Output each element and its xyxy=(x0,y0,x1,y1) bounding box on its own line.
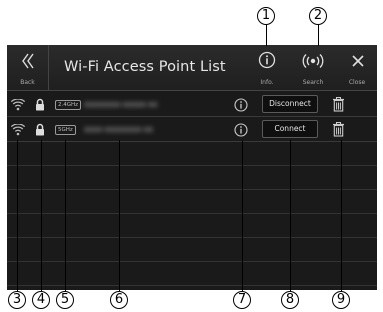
empty-row xyxy=(7,214,377,238)
ssid-name: xxxxxxxx-xxxxx-xx xyxy=(84,99,158,109)
band-badge: 2.4GHz xyxy=(55,100,82,110)
trash-icon[interactable] xyxy=(332,117,345,142)
ssid-name: xxxx-xxxxxxxx-xx xyxy=(84,124,153,134)
empty-row xyxy=(7,142,377,166)
lock-icon xyxy=(35,92,45,117)
callout-9: 9 xyxy=(332,291,350,309)
device-screen: Back Wi-Fi Access Point List Info. Searc… xyxy=(7,45,377,290)
trash-icon[interactable] xyxy=(332,92,345,117)
list-item[interactable]: 2.4GHz xxxxxxxx-xxxxx-xx Disconnect xyxy=(7,92,377,117)
lock-icon xyxy=(35,117,45,142)
disconnect-button[interactable]: Disconnect xyxy=(262,95,318,113)
callout-1: 1 xyxy=(257,7,275,25)
info-icon[interactable] xyxy=(234,92,248,117)
info-button[interactable]: Info. xyxy=(245,45,289,91)
wifi-signal-icon xyxy=(11,92,25,117)
empty-row xyxy=(7,166,377,190)
callout-5: 5 xyxy=(56,291,74,309)
connect-button[interactable]: Connect xyxy=(262,120,318,138)
callout-3: 3 xyxy=(8,291,26,309)
band-badge: 5GHz xyxy=(55,125,76,135)
header-bar: Back Wi-Fi Access Point List Info. Searc… xyxy=(7,45,377,91)
empty-row xyxy=(7,238,377,262)
wifi-signal-icon xyxy=(11,117,25,142)
empty-row xyxy=(7,262,377,286)
back-button[interactable]: Back xyxy=(7,45,49,91)
search-signal-icon xyxy=(302,54,324,68)
callout-7: 7 xyxy=(233,291,251,309)
info-icon xyxy=(258,51,276,69)
close-label: Close xyxy=(348,79,366,86)
search-button[interactable]: Search xyxy=(291,45,335,91)
callout-6: 6 xyxy=(110,291,128,309)
close-icon xyxy=(352,55,364,67)
back-label: Back xyxy=(20,79,35,86)
callout-4: 4 xyxy=(32,291,50,309)
back-chevron-icon xyxy=(22,53,34,69)
callout-8: 8 xyxy=(281,291,299,309)
search-label: Search xyxy=(302,79,324,86)
access-point-list: 2.4GHz xxxxxxxx-xxxxx-xx Disconnect 5GHz… xyxy=(7,92,377,286)
info-label: Info. xyxy=(260,79,274,86)
page-title: Wi-Fi Access Point List xyxy=(64,59,226,75)
callout-2: 2 xyxy=(309,7,327,25)
empty-row xyxy=(7,190,377,214)
info-icon[interactable] xyxy=(234,117,248,142)
close-button[interactable]: Close xyxy=(337,45,377,91)
list-item[interactable]: 5GHz xxxx-xxxxxxxx-xx Connect xyxy=(7,117,377,142)
